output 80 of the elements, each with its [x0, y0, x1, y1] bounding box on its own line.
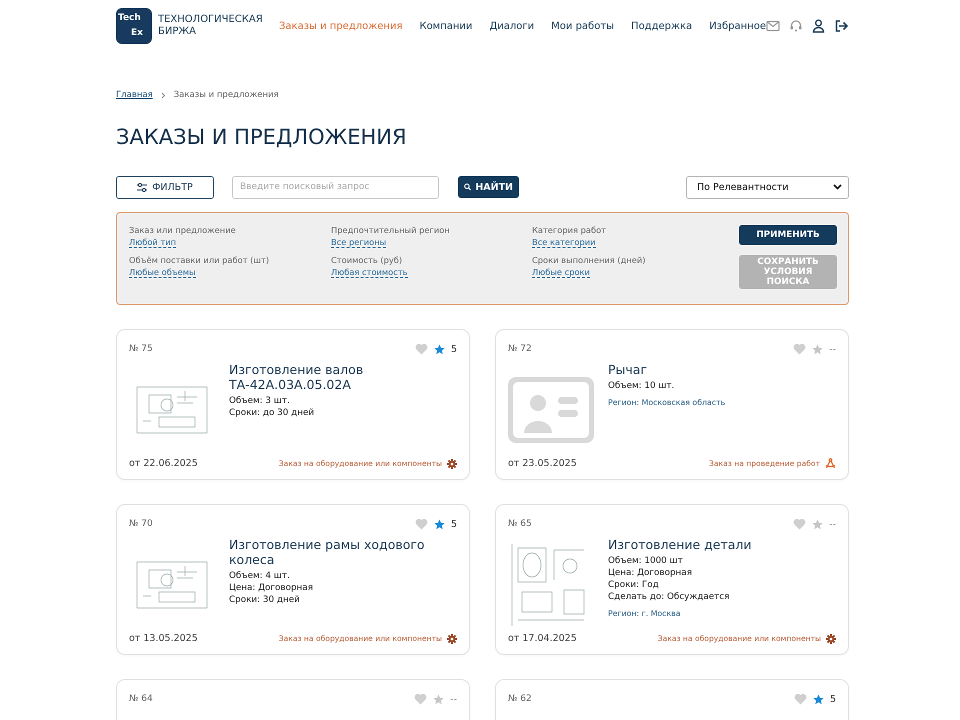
filter-label: Стоимость (руб) [331, 255, 402, 265]
image-placeholder-icon [508, 377, 594, 443]
order-number: № 72 [508, 344, 532, 354]
filter-label: Сроки выполнения (дней) [532, 255, 646, 265]
order-detail: Сделать до: Обсуждается [608, 591, 730, 603]
apply-button[interactable]: ПРИМЕНИТЬ [739, 225, 837, 245]
logout-icon[interactable] [834, 19, 849, 33]
filter-button[interactable]: ФИЛЬТР [116, 176, 214, 198]
logo-icon[interactable]: Tech Ex [116, 8, 152, 44]
user-icon[interactable] [812, 19, 825, 33]
nav-link[interactable]: Избранное [709, 20, 766, 32]
sort-dropdown[interactable]: По Релевантности [686, 176, 849, 198]
logo-text: Ex [131, 29, 143, 38]
nav-link[interactable]: Диалоги [489, 20, 534, 32]
filter-label: Предпочтительный регион [331, 225, 450, 235]
order-date: от 22.06.2025 [129, 458, 198, 469]
order-number: № 75 [129, 344, 153, 354]
mail-icon[interactable] [766, 20, 780, 32]
brand-name: ТЕХНОЛОГИЧЕСКАЯ БИРЖА [158, 14, 263, 38]
rating-value: 5 [830, 694, 836, 704]
logo-text: Tech [118, 14, 141, 23]
order-title[interactable]: Изготовление детали [608, 537, 838, 552]
nav-link[interactable]: Поддержка [631, 20, 692, 32]
order-number: № 62 [508, 694, 532, 704]
order-detail: Сроки: 30 дней [229, 594, 301, 606]
rating-value: 5 [450, 344, 457, 354]
order-date: от 17.04.2025 [508, 633, 577, 644]
order-title[interactable]: Рычаг [608, 362, 838, 377]
heart-icon[interactable] [794, 693, 807, 705]
heart-icon[interactable] [414, 518, 428, 530]
order-title[interactable]: Изготовление валов ТА-42А.03А.05.02А [229, 362, 459, 392]
rating-value: -- [829, 518, 836, 530]
order-date: от 23.05.2025 [508, 458, 577, 469]
order-detail: Сроки: Год [608, 579, 660, 591]
page-title: ЗАКАЗЫ И ПРЕДЛОЖЕНИЯ [116, 124, 408, 151]
order-title[interactable]: Изготовление рамы ходового колеса [229, 537, 459, 567]
filter-value-link[interactable]: Любая стоимость [331, 267, 408, 278]
order-card[interactable]: № 64 -- [116, 679, 470, 720]
filter-value-link[interactable]: Все регионы [331, 237, 386, 248]
nav-link[interactable]: Мои работы [551, 20, 614, 32]
search-icon [464, 182, 472, 192]
order-detail: Объем: 10 шт. [608, 380, 676, 392]
breadcrumb-link[interactable]: Главная [116, 90, 153, 100]
rating-value: 5 [450, 518, 457, 530]
headset-icon[interactable] [789, 19, 803, 33]
order-date: от 13.05.2025 [129, 633, 198, 644]
sliders-icon [137, 182, 148, 192]
order-number: № 65 [508, 519, 532, 529]
rating-value: -- [450, 694, 457, 704]
gear-icon [826, 634, 836, 644]
order-detail: Объем: 1000 шт [608, 555, 684, 567]
heart-icon[interactable] [793, 518, 806, 530]
order-number: № 70 [129, 519, 153, 529]
gear-icon [447, 458, 457, 468]
search-field[interactable]: Введите поисковый запрос [232, 176, 439, 198]
rating-value: -- [829, 344, 836, 354]
breadcrumb-current: Заказы и предложения [174, 90, 279, 100]
order-detail: Сроки: до 30 дней [229, 407, 316, 419]
filter-value-link[interactable]: Любой тип [129, 237, 176, 248]
order-detail: Цена: Договорная [608, 567, 693, 579]
filter-label: Объём поставки или работ (шт) [129, 255, 270, 265]
order-number: № 64 [129, 694, 153, 704]
order-card[interactable]: № 62 5 [495, 679, 849, 720]
nav-link[interactable]: Компании [419, 20, 472, 32]
heart-icon[interactable] [793, 343, 806, 355]
filter-value-link[interactable]: Любые объемы [129, 267, 196, 278]
chevron-down-icon [833, 184, 842, 190]
chevron-icon [160, 92, 166, 98]
filter-label: Заказ или предложение [129, 225, 236, 235]
filter-label: Категория работ [532, 225, 606, 235]
filter-value-link[interactable]: Все категории [532, 237, 596, 248]
compass-icon [825, 458, 836, 469]
filter-value-link[interactable]: Любые сроки [532, 267, 590, 278]
heart-icon[interactable] [414, 343, 428, 355]
order-detail: Объем: 3 шт. [229, 395, 291, 407]
gear-icon [447, 634, 457, 644]
find-button[interactable]: НАЙТИ [458, 176, 519, 198]
order-detail: Объем: 4 шт. [229, 570, 291, 582]
order-detail: Цена: Договорная [229, 582, 314, 594]
heart-icon[interactable] [414, 693, 428, 705]
